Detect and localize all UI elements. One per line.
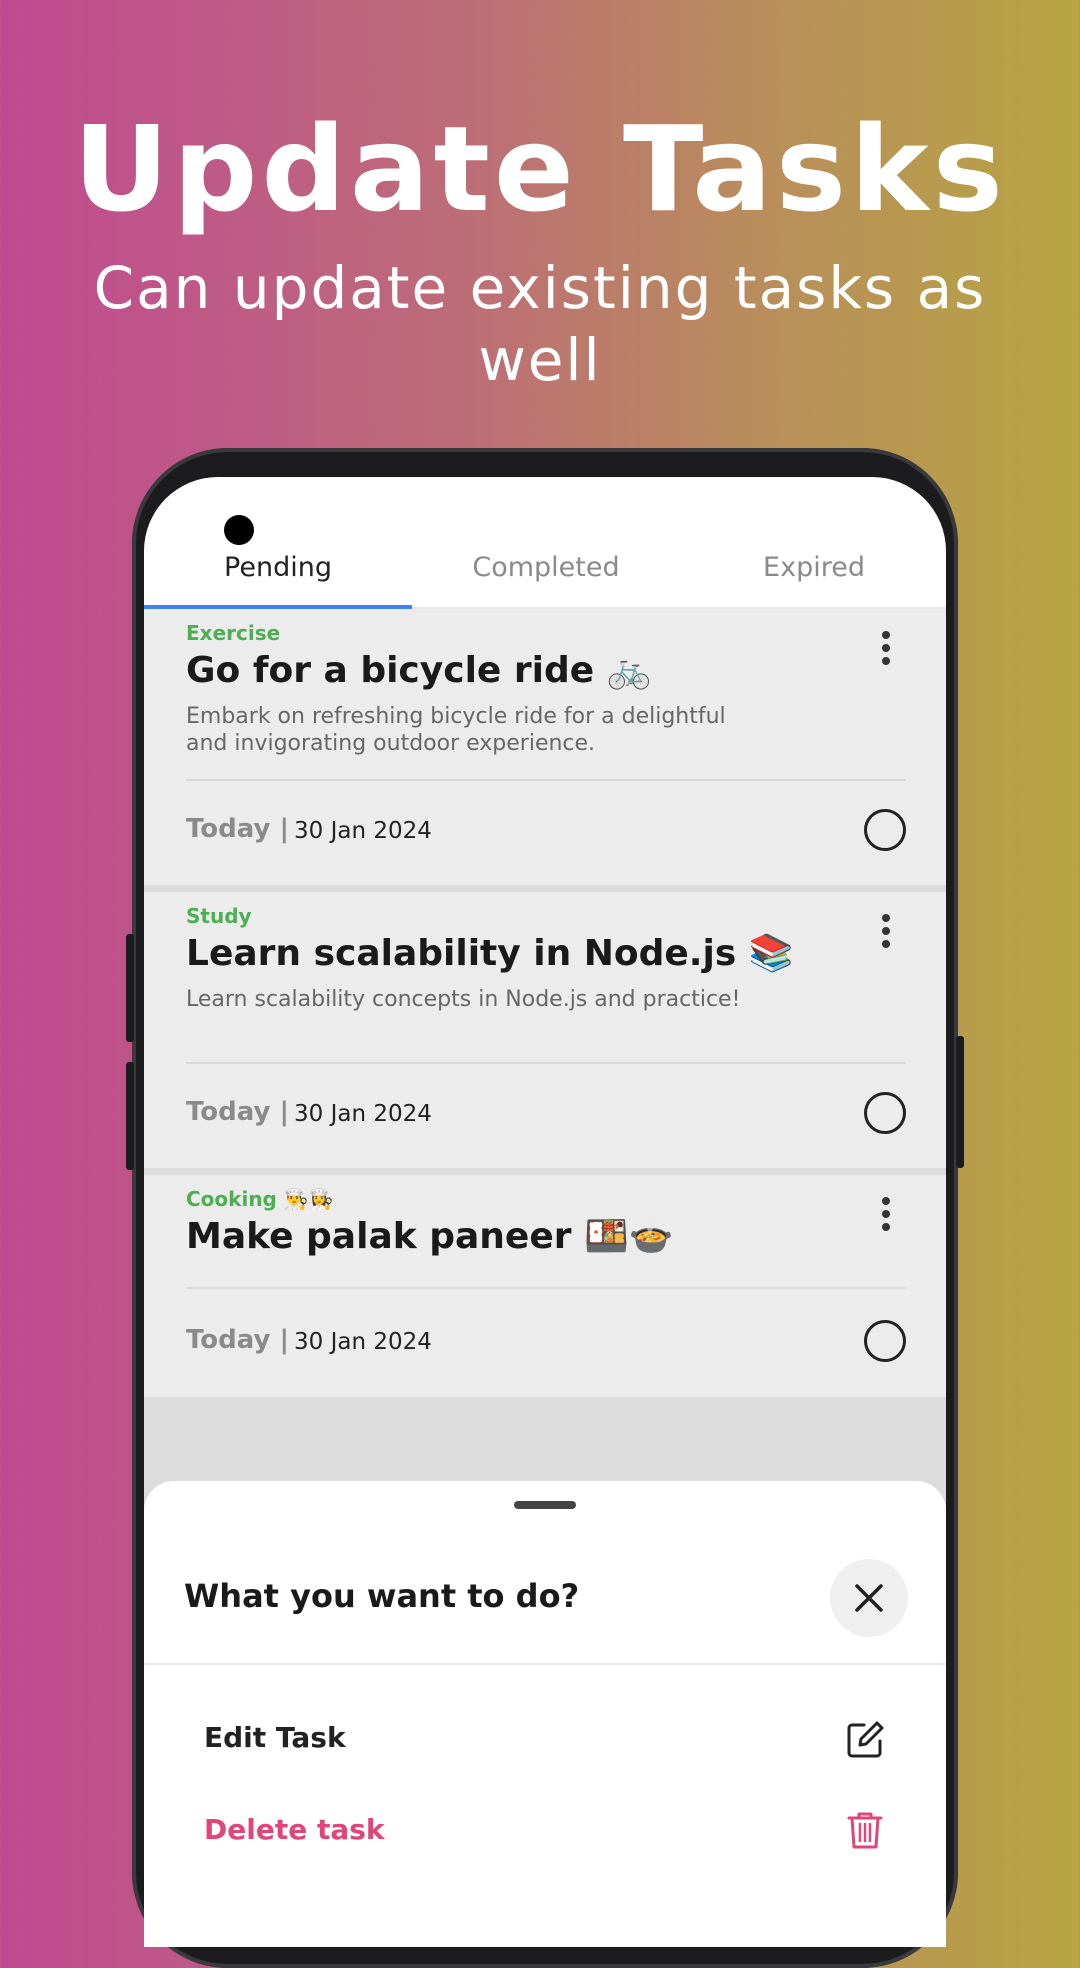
task-title: Go for a bicycle ride 🚲 <box>186 650 652 691</box>
close-icon <box>855 1584 883 1612</box>
complete-circle-icon[interactable] <box>864 1092 906 1134</box>
edit-task-button[interactable]: Edit Task <box>204 1721 346 1754</box>
delete-task-button[interactable]: Delete task <box>204 1813 385 1846</box>
task-card[interactable]: Study Learn scalability in Node.js 📚 Lea… <box>144 892 946 1168</box>
hero-subtitle: Can update existing tasks as well <box>93 254 987 394</box>
app-screen: Pending Completed Expired Exercise Go fo… <box>144 477 946 1947</box>
sheet-title: What you want to do? <box>184 1577 580 1615</box>
sheet-drag-handle[interactable] <box>514 1501 576 1509</box>
tab-completed[interactable]: Completed <box>412 537 680 605</box>
task-description: Embark on refreshing bicycle ride for a … <box>186 704 726 756</box>
tab-bar: Pending Completed Expired <box>144 537 946 609</box>
more-vertical-icon[interactable] <box>882 914 890 953</box>
complete-circle-icon[interactable] <box>864 1320 906 1362</box>
task-date: 30 Jan 2024 <box>294 1329 432 1355</box>
tab-pending[interactable]: Pending <box>144 537 412 605</box>
task-date: 30 Jan 2024 <box>294 1101 432 1127</box>
more-vertical-icon[interactable] <box>882 1197 890 1236</box>
trash-icon[interactable] <box>844 1809 886 1851</box>
action-bottom-sheet: What you want to do? Edit Task Delete ta… <box>144 1481 946 1947</box>
more-vertical-icon[interactable] <box>882 631 890 670</box>
close-button[interactable] <box>830 1559 908 1637</box>
task-day: Today | <box>186 1325 289 1355</box>
sheet-divider <box>144 1663 946 1665</box>
task-card[interactable]: Exercise Go for a bicycle ride 🚲 Embark … <box>144 609 946 885</box>
task-date: 30 Jan 2024 <box>294 818 432 844</box>
task-day: Today | <box>186 814 289 844</box>
task-category: Cooking 👨‍🍳👩‍🍳 <box>186 1187 334 1211</box>
task-day: Today | <box>186 1097 289 1127</box>
complete-circle-icon[interactable] <box>864 809 906 851</box>
task-description: Learn scalability concepts in Node.js an… <box>186 987 741 1012</box>
hero-title: Update Tasks <box>73 100 1007 238</box>
card-divider <box>186 1287 906 1289</box>
task-category: Exercise <box>186 621 281 645</box>
card-divider <box>186 1062 906 1064</box>
tab-expired[interactable]: Expired <box>680 537 946 605</box>
phone-volume-up-button <box>126 934 134 1042</box>
task-card[interactable]: Cooking 👨‍🍳👩‍🍳 Make palak paneer 🍱🍲 Toda… <box>144 1175 946 1397</box>
task-category: Study <box>186 904 252 928</box>
card-divider <box>186 779 906 781</box>
phone-volume-down-button <box>126 1062 134 1170</box>
edit-icon[interactable] <box>844 1719 886 1761</box>
task-title: Make palak paneer 🍱🍲 <box>186 1216 674 1257</box>
phone-power-button <box>956 1036 964 1168</box>
task-title: Learn scalability in Node.js 📚 <box>186 933 794 974</box>
